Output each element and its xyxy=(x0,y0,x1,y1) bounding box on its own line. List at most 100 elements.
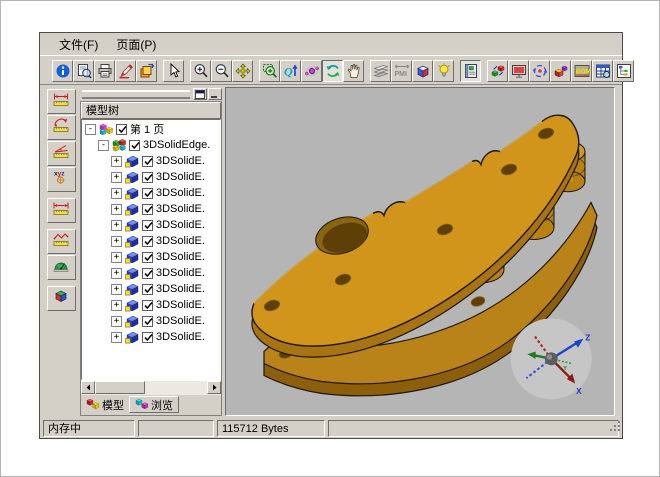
export-icon xyxy=(139,63,155,79)
pan-move-button[interactable] xyxy=(232,60,253,82)
visibility-checkbox[interactable] xyxy=(142,204,153,215)
visibility-checkbox[interactable] xyxy=(142,252,153,263)
coord-point-button[interactable]: xyz xyxy=(47,167,76,192)
menu-item-file[interactable]: 文件(F) xyxy=(50,34,107,55)
tree-node[interactable]: +3DSolidE. xyxy=(83,153,220,169)
measure-curve-button[interactable] xyxy=(47,229,76,254)
print-button[interactable] xyxy=(94,60,115,82)
measure-solid-button[interactable] xyxy=(47,286,76,311)
tab-browse[interactable]: 浏览 xyxy=(129,396,179,413)
assembly-icon xyxy=(490,63,506,79)
tree-node[interactable]: +3DSolidE. xyxy=(83,217,220,233)
print-preview-button[interactable] xyxy=(73,60,94,82)
tree-node[interactable]: +3DSolidE. xyxy=(83,265,220,281)
tree-node[interactable]: -第 1 页 xyxy=(83,121,220,137)
tree-node[interactable]: +3DSolidE. xyxy=(83,281,220,297)
expand-toggle[interactable]: + xyxy=(111,188,122,199)
expand-toggle[interactable]: + xyxy=(111,252,122,263)
info-button[interactable] xyxy=(52,60,73,82)
model-tree-toggle-button[interactable] xyxy=(460,60,481,82)
dim-linear-button[interactable] xyxy=(47,89,76,114)
browse-tab-icon xyxy=(135,396,149,413)
scroll-thumb[interactable] xyxy=(95,381,145,394)
explode-view-button[interactable] xyxy=(550,60,571,82)
expand-toggle[interactable]: + xyxy=(111,268,122,279)
scroll-track[interactable] xyxy=(145,381,207,395)
visibility-checkbox[interactable] xyxy=(142,188,153,199)
structure-tree-button[interactable] xyxy=(613,60,634,82)
export-button[interactable] xyxy=(136,60,157,82)
bom-button[interactable]: BOM xyxy=(571,60,592,82)
tree-node[interactable]: +3DSolidE. xyxy=(83,297,220,313)
tree-node[interactable]: +3DSolidE. xyxy=(83,249,220,265)
visibility-checkbox[interactable] xyxy=(142,300,153,311)
expand-toggle[interactable]: + xyxy=(111,300,122,311)
collapse-toggle[interactable]: - xyxy=(98,140,109,151)
animation-button[interactable] xyxy=(529,60,550,82)
hide-panel-button[interactable] xyxy=(208,88,222,100)
expand-toggle[interactable]: + xyxy=(111,332,122,343)
markup-pen-button[interactable] xyxy=(115,60,136,82)
zoom-out-button[interactable] xyxy=(211,60,232,82)
axis-z-label: Z xyxy=(585,333,590,342)
resize-grip[interactable] xyxy=(609,419,621,437)
visibility-checkbox[interactable] xyxy=(129,140,140,151)
layers-button[interactable] xyxy=(370,60,391,82)
tree-hscrollbar[interactable] xyxy=(81,380,221,395)
expand-toggle[interactable]: + xyxy=(111,204,122,215)
visibility-checkbox[interactable] xyxy=(142,332,153,343)
expand-toggle[interactable]: + xyxy=(111,236,122,247)
light-button[interactable] xyxy=(433,60,454,82)
visibility-checkbox[interactable] xyxy=(142,236,153,247)
visibility-checkbox[interactable] xyxy=(142,268,153,279)
viewport-3d[interactable]: Z X Y xyxy=(225,87,615,416)
rotate-button[interactable] xyxy=(322,60,343,82)
pan-hand-button[interactable] xyxy=(343,60,364,82)
tree-node[interactable]: +3DSolidE. xyxy=(83,233,220,249)
zoom-previous-button[interactable]: Q xyxy=(280,60,301,82)
axis-triad[interactable]: Z X Y xyxy=(508,311,600,403)
expand-toggle[interactable]: + xyxy=(111,172,122,183)
assembly-button[interactable] xyxy=(487,60,508,82)
expand-toggle[interactable]: + xyxy=(111,156,122,167)
visibility-checkbox[interactable] xyxy=(116,124,127,135)
dim-angle-button[interactable] xyxy=(47,141,76,166)
visibility-checkbox[interactable] xyxy=(142,316,153,327)
visibility-checkbox[interactable] xyxy=(142,220,153,231)
grip-lines[interactable] xyxy=(82,90,190,99)
float-panel-button[interactable] xyxy=(193,88,207,100)
tree-node[interactable]: +3DSolidE. xyxy=(83,169,220,185)
view-cube-button[interactable] xyxy=(412,60,433,82)
tree-node[interactable]: - 3DSolidEdge. xyxy=(83,137,220,153)
arrow-right-icon xyxy=(211,384,218,391)
panel-grip[interactable] xyxy=(80,87,222,101)
scroll-left-button[interactable] xyxy=(81,381,95,394)
tree-node[interactable]: +3DSolidE. xyxy=(83,313,220,329)
visibility-checkbox[interactable] xyxy=(142,156,153,167)
zoom-in-button[interactable] xyxy=(190,60,211,82)
scroll-right-button[interactable] xyxy=(207,381,221,394)
expand-toggle[interactable]: + xyxy=(111,284,122,295)
zoom-window-button[interactable] xyxy=(259,60,280,82)
dim-radius-button[interactable] xyxy=(47,115,76,140)
visibility-checkbox[interactable] xyxy=(142,284,153,295)
orbit-button[interactable] xyxy=(301,60,322,82)
model-tree[interactable]: -第 1 页-3DSolidEdge.+3DSolidE.+3DSolidE.+… xyxy=(81,119,221,380)
measure-gauge-button[interactable] xyxy=(47,255,76,280)
tree-node[interactable]: +3DSolidE. xyxy=(83,329,220,345)
node-label: 3DSolidE. xyxy=(156,171,205,183)
dim-distance-button[interactable] xyxy=(47,198,76,223)
tree-node[interactable]: +3DSolidE. xyxy=(83,201,220,217)
report-table-button[interactable] xyxy=(592,60,613,82)
expand-toggle[interactable]: + xyxy=(111,316,122,327)
visibility-checkbox[interactable] xyxy=(142,172,153,183)
select-arrow-button[interactable] xyxy=(163,60,184,82)
tree-node[interactable]: +3DSolidE. xyxy=(83,185,220,201)
node-label: 3DSolidEdge. xyxy=(143,139,210,151)
expand-toggle[interactable]: + xyxy=(111,220,122,231)
menu-item-page[interactable]: 页面(P) xyxy=(107,34,165,55)
part-node-icon xyxy=(124,233,140,249)
collapse-toggle[interactable]: - xyxy=(85,124,96,135)
tab-model[interactable]: 模型 xyxy=(81,396,129,413)
screen-capture-button[interactable] xyxy=(508,60,529,82)
